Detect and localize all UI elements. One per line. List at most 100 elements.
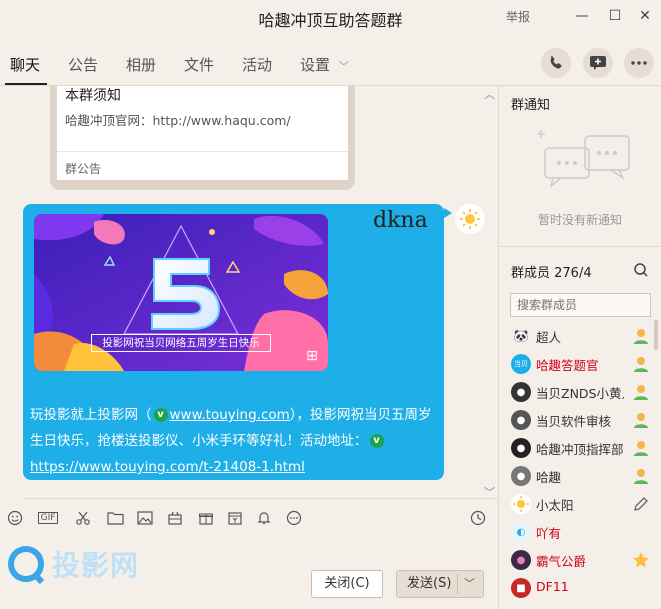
member-item[interactable]: ● 哈趣冲顶指挥部 [511, 434, 661, 462]
send-button-label: 发送(S) [407, 576, 452, 591]
group-notice-heading: 群通知 [511, 98, 551, 113]
watermark-ring-icon [8, 546, 45, 584]
member-item[interactable]: ■ DF11 [511, 574, 661, 602]
member-item[interactable]: ● 当贝ZNDS小黄人 [511, 378, 661, 406]
member-item[interactable]: 当贝 哈趣答题官 [511, 350, 661, 378]
scroll-up-icon[interactable]: ︿ [484, 86, 495, 102]
member-item[interactable]: ● 霸气公爵 [511, 546, 661, 574]
member-name: 霸气公爵 [536, 554, 587, 569]
no-notice-text: 暂时没有新通知 [537, 213, 622, 227]
message-input-area[interactable]: GIF 投影网 关闭(C) 发送(S) ﹀ [0, 498, 498, 609]
chat-bubbles-icon [537, 130, 630, 188]
member-item[interactable]: ● 哈趣 [511, 462, 661, 490]
message-text: 玩投影就上投影网（ v www.touying.com），投影网祝当贝五周岁生日快乐… [30, 402, 440, 480]
add-chat-button[interactable] [583, 48, 613, 78]
activity-link[interactable]: https://www.touying.com/t-21408-1.html [30, 459, 305, 475]
avatar: 当贝 [511, 354, 531, 374]
group-notice-footer: 群公告 [65, 162, 102, 176]
more-options-button[interactable] [624, 48, 654, 78]
more-icon [631, 61, 647, 65]
group-notice-text: 哈趣冲顶官网：http://www.haqu.com/ [65, 113, 291, 128]
avatar: ● [511, 466, 531, 486]
minimize-button[interactable]: — [572, 6, 592, 26]
more-circle-icon [286, 510, 302, 526]
sender-avatar[interactable] [455, 204, 485, 234]
member-name: 哈趣冲顶指挥部 [536, 442, 624, 457]
robot-button[interactable] [164, 507, 186, 529]
calendar-icon [228, 512, 242, 525]
admin-icon [634, 357, 648, 372]
sun-icon [512, 495, 530, 513]
avatar: ● [511, 382, 531, 402]
search-icon[interactable] [633, 262, 649, 278]
sidebar-scrollbar[interactable] [654, 320, 658, 350]
tab-album[interactable]: 相册 [126, 54, 156, 75]
admin-icon [634, 385, 648, 400]
tab-settings-label: 设置 [300, 56, 331, 74]
reminder-button[interactable] [253, 507, 275, 529]
input-divider [23, 498, 498, 499]
admin-icon [634, 329, 648, 344]
gif-icon: GIF [37, 512, 59, 524]
member-name: DF11 [536, 579, 569, 594]
edit-icon [634, 497, 648, 511]
avatar: ● [511, 438, 531, 458]
sender-name: dkna [373, 208, 428, 233]
group-notice-divider [57, 151, 348, 152]
maximize-button[interactable]: ☐ [605, 6, 625, 26]
promo-banner-image[interactable]: 投影网祝当贝网络五周岁生日快乐 ⊞ [34, 214, 328, 371]
message-bubble[interactable]: 投影网祝当贝网络五周岁生日快乐 ⊞ 玩投影就上投影网（ v www.touying.… [23, 204, 444, 480]
member-search-input[interactable] [510, 293, 651, 317]
history-icon [470, 510, 486, 526]
member-name: 小太阳 [536, 498, 574, 513]
bubble-tail [444, 208, 452, 218]
sidebar-section-divider [499, 246, 661, 247]
emoji-button[interactable] [4, 507, 26, 529]
tab-files[interactable]: 文件 [184, 54, 214, 75]
message-text-prefix: 玩投影就上投影网（ [30, 407, 152, 423]
folder-button[interactable] [104, 507, 126, 529]
touying-link[interactable]: www.touying.com [170, 407, 290, 423]
send-button[interactable]: 发送(S) ﹀ [396, 570, 484, 598]
member-item[interactable]: 🐼 超人 [511, 322, 661, 350]
member-item[interactable]: ● 当贝软件审核 [511, 406, 661, 434]
scissors-icon [76, 511, 90, 525]
report-link[interactable]: 举报 [506, 8, 530, 25]
admin-icon [634, 413, 648, 428]
title-bar: 哈趣冲顶互助答题群 举报 — ☐ ✕ [0, 0, 661, 34]
gif-button[interactable]: GIF [35, 507, 61, 529]
admin-icon [634, 441, 648, 456]
chat-messages-area[interactable]: 本群须知 哈趣冲顶官网：http://www.haqu.com/ 群公告 投影网… [0, 86, 498, 498]
member-name: 当贝软件审核 [536, 414, 612, 429]
calendar-button[interactable] [224, 507, 246, 529]
history-button[interactable] [467, 507, 489, 529]
screenshot-button[interactable] [72, 507, 94, 529]
more-tools-button[interactable] [283, 507, 305, 529]
group-notice-card[interactable]: 本群须知 哈趣冲顶官网：http://www.haqu.com/ 群公告 [50, 86, 355, 190]
avatar: 🐼 [511, 326, 531, 346]
close-button[interactable]: 关闭(C) [311, 570, 383, 598]
tab-settings[interactable]: 设置 ﹀ [300, 54, 349, 75]
avatar: ● [511, 410, 531, 430]
tab-announcement[interactable]: 公告 [68, 54, 98, 75]
emoji-icon [7, 510, 23, 526]
tab-chat[interactable]: 聊天 [10, 54, 40, 75]
image-icon [137, 511, 153, 525]
avatar: ● [511, 550, 531, 570]
member-item[interactable]: ◐ 吖有 [511, 518, 661, 546]
gift-button[interactable] [195, 507, 217, 529]
image-button[interactable] [134, 507, 156, 529]
watermark-logo: 投影网 [6, 542, 166, 588]
phone-call-button[interactable] [541, 48, 571, 78]
bell-icon [257, 512, 271, 525]
chevron-down-icon: ﹀ [338, 62, 349, 73]
expand-image-icon[interactable]: ⊞ [304, 348, 320, 364]
send-options-chevron-icon[interactable]: ﹀ [464, 571, 475, 597]
member-name: 吖有 [536, 526, 562, 541]
avatar: ■ [511, 578, 531, 598]
empty-notice-illustration [537, 126, 637, 198]
tab-activity[interactable]: 活动 [242, 54, 272, 75]
scroll-down-icon[interactable]: ﹀ [484, 484, 495, 498]
member-item[interactable]: 小太阳 [511, 490, 661, 518]
close-window-button[interactable]: ✕ [635, 6, 655, 26]
